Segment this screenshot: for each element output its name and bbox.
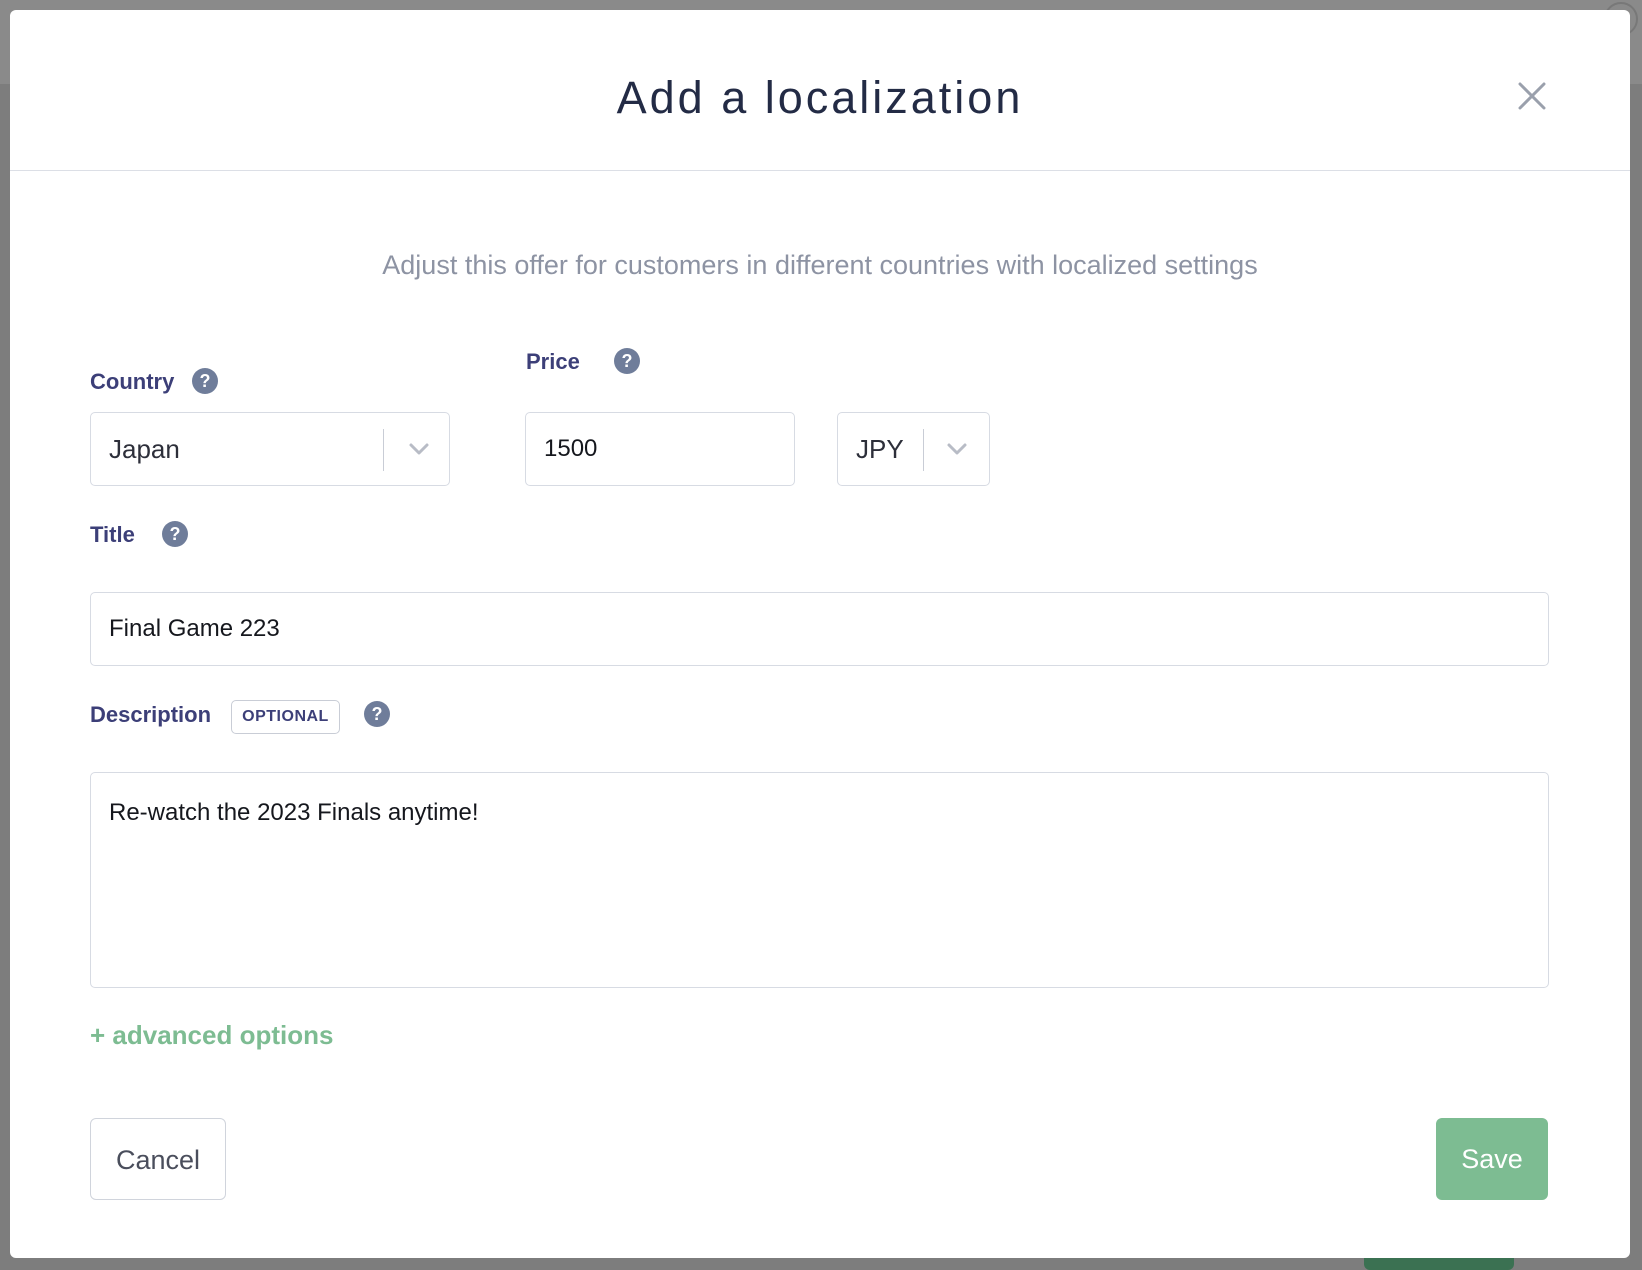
title-help-icon[interactable]: ? [162,521,188,547]
price-input[interactable]: 1500 [525,412,795,486]
localization-modal: Add a localization Adjust this offer for… [10,10,1630,1258]
price-label: Price [526,349,580,374]
chevron-down-icon[interactable] [946,440,968,458]
save-button[interactable]: Save [1436,1118,1548,1200]
close-icon[interactable] [1510,74,1554,118]
price-value: 1500 [544,435,598,462]
currency-select-divider [923,429,924,471]
country-label: Country [90,369,175,394]
country-select-divider [383,429,384,471]
country-value: Japan [109,434,180,464]
price-help-icon[interactable]: ? [614,348,640,374]
optional-badge: OPTIONAL [231,700,340,734]
modal-title: Add a localization [616,72,1024,123]
title-label: Title [90,522,135,547]
currency-value: JPY [856,434,904,464]
description-label: Description [90,702,212,727]
currency-select[interactable]: JPY [837,412,990,486]
description-value: Re-watch the 2023 Finals anytime! [109,799,479,826]
country-select[interactable]: Japan [90,412,450,486]
description-help-icon[interactable]: ? [364,701,390,727]
description-textarea[interactable]: Re-watch the 2023 Finals anytime! [90,772,1549,988]
country-help-icon[interactable]: ? [192,368,218,394]
modal-header: Add a localization [10,10,1630,171]
modal-subtitle: Adjust this offer for customers in diffe… [382,250,1258,280]
advanced-options-link[interactable]: + advanced options [90,1020,333,1051]
title-value: Final Game 223 [109,615,280,642]
chevron-down-icon[interactable] [408,440,430,458]
cancel-button[interactable]: Cancel [90,1118,226,1200]
title-input[interactable]: Final Game 223 [90,592,1549,666]
